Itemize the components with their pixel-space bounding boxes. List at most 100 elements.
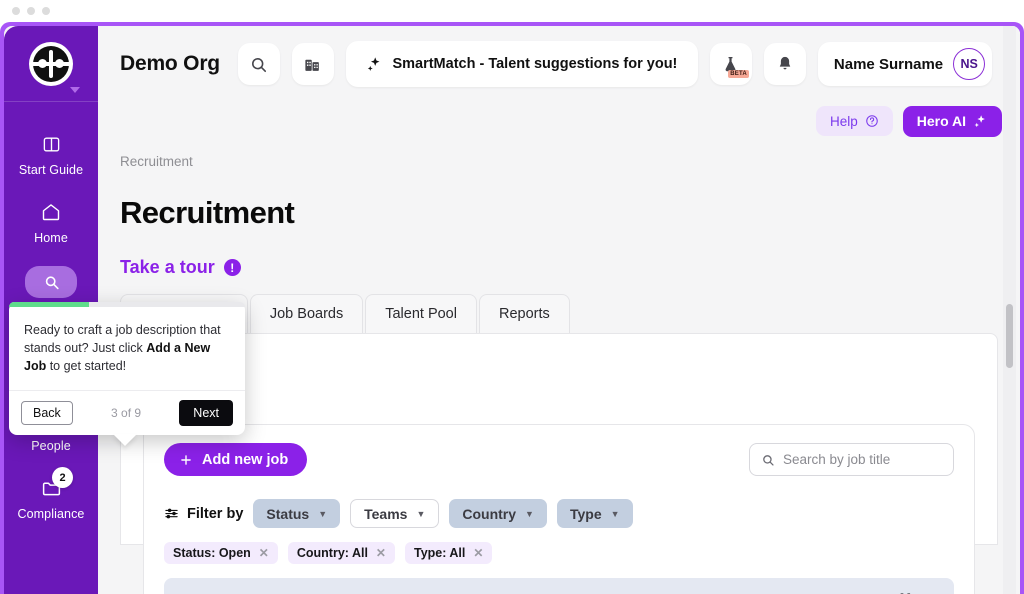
table-more-label[interactable]: More xyxy=(900,591,932,594)
tour-step-counter: 3 of 9 xyxy=(111,406,142,420)
active-filter-chip[interactable]: Type: All ✕ xyxy=(404,542,493,564)
tab-label: Reports xyxy=(498,306,550,322)
folder-icon: 2 xyxy=(31,467,73,502)
search-icon xyxy=(761,453,775,467)
smartmatch-banner[interactable]: SmartMatch - Talent suggestions for you! xyxy=(345,41,698,87)
user-name: Name Surname xyxy=(833,55,944,73)
chip-label: Status: Open xyxy=(173,546,251,560)
action-row: Help Hero AI xyxy=(98,102,1020,140)
notifications-button[interactable] xyxy=(763,43,806,85)
window-close-dot[interactable] xyxy=(12,7,20,15)
active-filter-chip[interactable]: Country: All ✕ xyxy=(287,542,395,564)
jobs-card: Add new job Search by job title Filter b… xyxy=(143,424,975,594)
filter-label: Type xyxy=(569,505,602,522)
add-new-job-label: Add new job xyxy=(202,451,289,468)
chip-label: Type: All xyxy=(413,546,466,560)
help-label: Help xyxy=(829,113,858,129)
sidebar-item-label: Start Guide xyxy=(18,163,84,177)
filter-label: Country xyxy=(462,505,517,522)
filter-teams-dropdown[interactable]: Teams ▼ xyxy=(350,499,440,528)
search-icon xyxy=(249,55,268,74)
tour-tooltip: Ready to craft a job description that st… xyxy=(9,302,245,446)
compliance-badge: 2 xyxy=(52,467,73,488)
company-button[interactable] xyxy=(291,43,334,85)
tab-label: Talent Pool xyxy=(385,306,457,322)
sidebar-item-label: People xyxy=(31,439,71,453)
take-a-tour-label: Take a tour xyxy=(120,257,215,277)
help-button[interactable]: Help xyxy=(815,106,893,136)
page-header: Recruitment Recruitment Take a tour ! xyxy=(98,140,1020,278)
scrollbar-thumb[interactable] xyxy=(1006,304,1013,368)
company-logo xyxy=(29,41,73,86)
house-icon xyxy=(31,198,71,226)
beta-badge: BETA xyxy=(728,70,749,78)
chevron-down-icon: ▼ xyxy=(318,508,328,519)
tab-job-boards[interactable]: Job Boards xyxy=(249,294,364,333)
search-person-icon xyxy=(25,266,77,298)
filter-country-dropdown[interactable]: Country ▼ xyxy=(449,499,547,528)
chevron-down-icon: ▼ xyxy=(416,508,426,519)
sidebar-item-start-guide[interactable]: Start Guide xyxy=(4,120,98,188)
tour-text-after: to get started! xyxy=(46,359,127,373)
question-circle-icon xyxy=(865,114,879,128)
app-inner: Start Guide Home People 2 Compliance Dem… xyxy=(4,26,1020,594)
filter-row: Filter by Status ▼ Teams ▼ Country ▼ Typ… xyxy=(164,499,954,528)
filter-by-text: Filter by xyxy=(187,505,244,522)
bell-icon xyxy=(776,55,794,73)
search-placeholder: Search by job title xyxy=(783,452,891,467)
smartmatch-label: SmartMatch - Talent suggestions for you! xyxy=(392,56,678,72)
avatar: NS xyxy=(953,48,986,80)
tour-tooltip-footer: Back 3 of 9 Next xyxy=(9,390,245,435)
window-maximize-dot[interactable] xyxy=(42,7,50,15)
book-icon xyxy=(31,130,71,158)
app-root: Start Guide Home People 2 Compliance Dem… xyxy=(0,0,1024,594)
filter-label: Status xyxy=(266,505,310,522)
window-minimize-dot[interactable] xyxy=(27,7,35,15)
chevron-down-icon: ▼ xyxy=(610,508,620,519)
info-icon: ! xyxy=(223,259,241,276)
sidebar-item-label: Home xyxy=(34,231,68,245)
tab-label: Job Boards xyxy=(269,306,344,322)
hero-ai-button[interactable]: Hero AI xyxy=(902,105,1002,137)
tab-talent-pool[interactable]: Talent Pool xyxy=(365,294,477,333)
tour-tooltip-text: Ready to craft a job description that st… xyxy=(9,307,245,390)
close-icon[interactable]: ✕ xyxy=(259,546,269,560)
add-new-job-button[interactable]: Add new job xyxy=(164,443,308,476)
jobs-card-header: Add new job Search by job title xyxy=(164,443,954,476)
tab-panel: Add new job Search by job title Filter b… xyxy=(120,333,998,594)
close-icon[interactable]: ✕ xyxy=(376,546,386,560)
global-search-button[interactable] xyxy=(237,43,280,85)
jobs-table-header: More xyxy=(164,578,954,594)
sidebar-item-label: Compliance xyxy=(17,507,85,521)
tooltip-arrow xyxy=(113,434,137,446)
user-menu-button[interactable]: Name Surname NS xyxy=(817,42,993,86)
filter-type-dropdown[interactable]: Type ▼ xyxy=(556,499,633,528)
take-a-tour-button[interactable]: Take a tour ! xyxy=(120,257,1020,278)
search-input[interactable]: Search by job title xyxy=(749,443,954,476)
sparkles-icon xyxy=(973,114,988,129)
tour-back-button[interactable]: Back xyxy=(21,401,73,425)
active-filter-chips: Status: Open ✕ Country: All ✕ Type: All … xyxy=(164,542,954,564)
tour-next-button[interactable]: Next xyxy=(179,400,233,426)
org-logo-button[interactable] xyxy=(4,26,98,102)
chip-label: Country: All xyxy=(296,546,368,560)
active-filter-chip[interactable]: Status: Open ✕ xyxy=(164,542,278,564)
tab-reports[interactable]: Reports xyxy=(478,294,570,333)
hero-ai-label: Hero AI xyxy=(916,113,966,129)
sidebar-item-compliance[interactable]: 2 Compliance xyxy=(4,464,98,532)
browser-titlebar xyxy=(0,0,1024,22)
sidebar-item-home[interactable]: Home xyxy=(4,188,98,256)
chevron-down-icon xyxy=(70,87,80,93)
filter-label: Teams xyxy=(364,505,408,522)
breadcrumb[interactable]: Recruitment xyxy=(120,154,1020,169)
app-frame: Start Guide Home People 2 Compliance Dem… xyxy=(0,22,1024,594)
page-title: Recruitment xyxy=(120,195,295,230)
filter-status-dropdown[interactable]: Status ▼ xyxy=(253,499,341,528)
sparkles-icon xyxy=(366,56,383,73)
top-bar: Demo Org SmartMatch - Talent suggestions… xyxy=(98,26,1020,102)
chevron-down-icon: ▼ xyxy=(525,508,534,519)
org-title: Demo Org xyxy=(120,52,220,75)
labs-button[interactable]: BETA xyxy=(709,43,752,85)
close-icon[interactable]: ✕ xyxy=(473,546,483,560)
filter-by-label: Filter by xyxy=(164,506,243,522)
